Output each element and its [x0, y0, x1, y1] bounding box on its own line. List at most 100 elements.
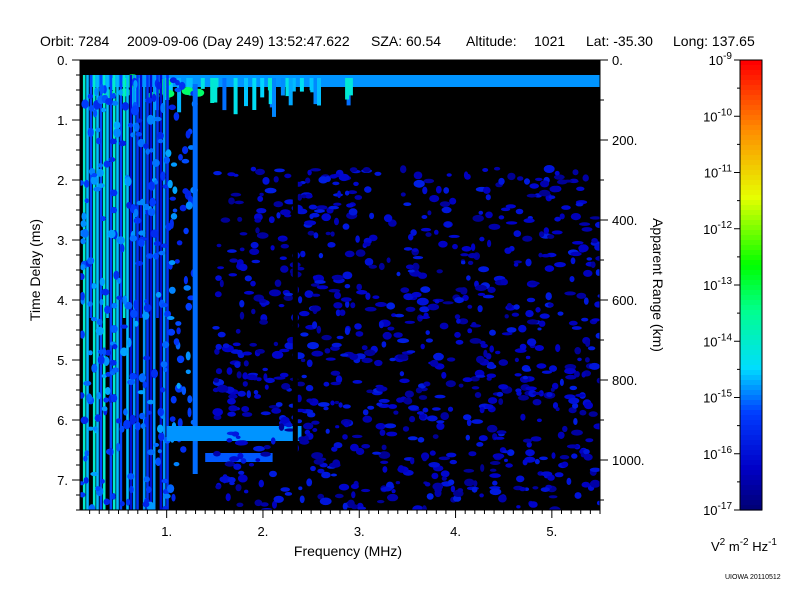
noise-speckle — [526, 193, 537, 198]
noise-speckle — [311, 452, 323, 460]
noise-speckle — [589, 362, 600, 370]
colorbar-segment — [740, 250, 762, 256]
harmonic-speckle — [94, 414, 101, 422]
noise-speckle — [239, 263, 248, 272]
harmonic-speckle — [167, 328, 176, 336]
noise-speckle — [498, 384, 509, 390]
noise-speckle — [226, 367, 233, 375]
noise-speckle — [458, 383, 464, 388]
noise-speckle — [368, 264, 377, 269]
harmonic-speckle — [93, 186, 101, 192]
noise-speckle — [535, 307, 541, 313]
colorbar-segment — [740, 230, 762, 236]
noise-speckle — [467, 328, 473, 334]
noise-speckle — [253, 445, 265, 452]
noise-speckle — [403, 202, 412, 206]
noise-speckle — [475, 284, 487, 291]
noise-speckle — [339, 309, 346, 316]
noise-speckle — [222, 476, 227, 484]
noise-speckle — [234, 440, 247, 446]
harmonic-speckle — [183, 276, 188, 285]
noise-speckle — [316, 285, 329, 290]
colorbar-segment — [740, 410, 762, 416]
noise-speckle — [570, 251, 582, 257]
harmonic-speckle — [145, 97, 153, 104]
noise-speckle — [412, 505, 424, 510]
y-tick-label: 4. — [57, 293, 68, 308]
noise-speckle — [478, 266, 490, 273]
noise-speckle — [434, 394, 446, 399]
harmonic-line — [126, 75, 129, 510]
noise-speckle — [230, 192, 242, 197]
noise-speckle — [378, 321, 384, 329]
harmonic-speckle — [129, 372, 137, 380]
harmonic-speckle — [133, 299, 138, 310]
noise-speckle — [551, 230, 563, 235]
noise-speckle — [332, 181, 340, 186]
harmonic-speckle — [120, 347, 128, 357]
noise-speckle — [513, 230, 522, 238]
noise-speckle — [269, 470, 277, 478]
harmonic-speckle — [149, 197, 157, 207]
harmonic-speckle — [144, 203, 150, 211]
harmonic-speckle — [139, 198, 146, 206]
noise-speckle — [307, 342, 319, 350]
noise-speckle — [225, 493, 231, 502]
colorbar-segment — [740, 470, 762, 476]
noise-speckle — [215, 275, 222, 281]
harmonic-speckle — [101, 288, 110, 296]
echo-line-1-3mhz — [192, 84, 198, 474]
noise-speckle — [551, 452, 556, 459]
noise-speckle — [303, 435, 309, 442]
harmonic-speckle — [168, 104, 176, 111]
noise-speckle — [324, 348, 331, 354]
noise-speckle — [518, 324, 527, 333]
noise-speckle — [550, 387, 555, 392]
harmonic-speckle — [187, 395, 193, 404]
noise-speckle — [410, 457, 415, 465]
noise-speckle — [382, 331, 392, 340]
noise-speckle — [227, 249, 237, 253]
noise-speckle — [485, 194, 491, 201]
harmonic-speckle — [101, 107, 107, 113]
noise-speckle — [397, 354, 409, 360]
colorbar-segment — [740, 115, 762, 121]
noise-speckle — [374, 359, 383, 367]
noise-speckle — [400, 192, 406, 197]
colorbar-segment — [740, 330, 762, 336]
harmonic-speckle — [91, 282, 97, 290]
noise-speckle — [402, 426, 410, 432]
harmonic-speckle — [133, 217, 142, 224]
noise-speckle — [429, 195, 440, 203]
harmonic-speckle — [176, 382, 181, 389]
harmonic-speckle — [134, 320, 139, 327]
noise-speckle — [432, 482, 444, 491]
noise-speckle — [273, 376, 286, 380]
noise-speckle — [331, 446, 338, 452]
noise-speckle — [242, 381, 248, 387]
colorbar-segment — [740, 220, 762, 226]
noise-speckle — [593, 423, 600, 430]
noise-speckle — [306, 398, 314, 403]
noise-speckle — [271, 350, 284, 359]
noise-speckle — [553, 174, 565, 180]
noise-speckle — [344, 190, 350, 196]
noise-speckle — [479, 406, 485, 414]
noise-speckle — [318, 176, 329, 184]
noise-speckle — [450, 485, 456, 493]
noise-speckle — [329, 462, 341, 468]
noise-speckle — [489, 488, 502, 496]
harmonic-speckle — [84, 450, 90, 457]
surface-echo-drip — [345, 78, 350, 100]
harmonic-speckle — [147, 410, 152, 415]
noise-speckle — [284, 492, 293, 496]
noise-speckle — [498, 494, 507, 503]
harmonic-speckle — [101, 406, 108, 412]
colorbar-segment — [740, 300, 762, 306]
colorbar-segment — [740, 145, 762, 151]
noise-speckle — [576, 186, 585, 191]
colorbar-segment — [740, 425, 762, 431]
harmonic-speckle — [110, 394, 118, 403]
noise-speckle — [506, 303, 513, 309]
noise-speckle — [427, 210, 432, 216]
